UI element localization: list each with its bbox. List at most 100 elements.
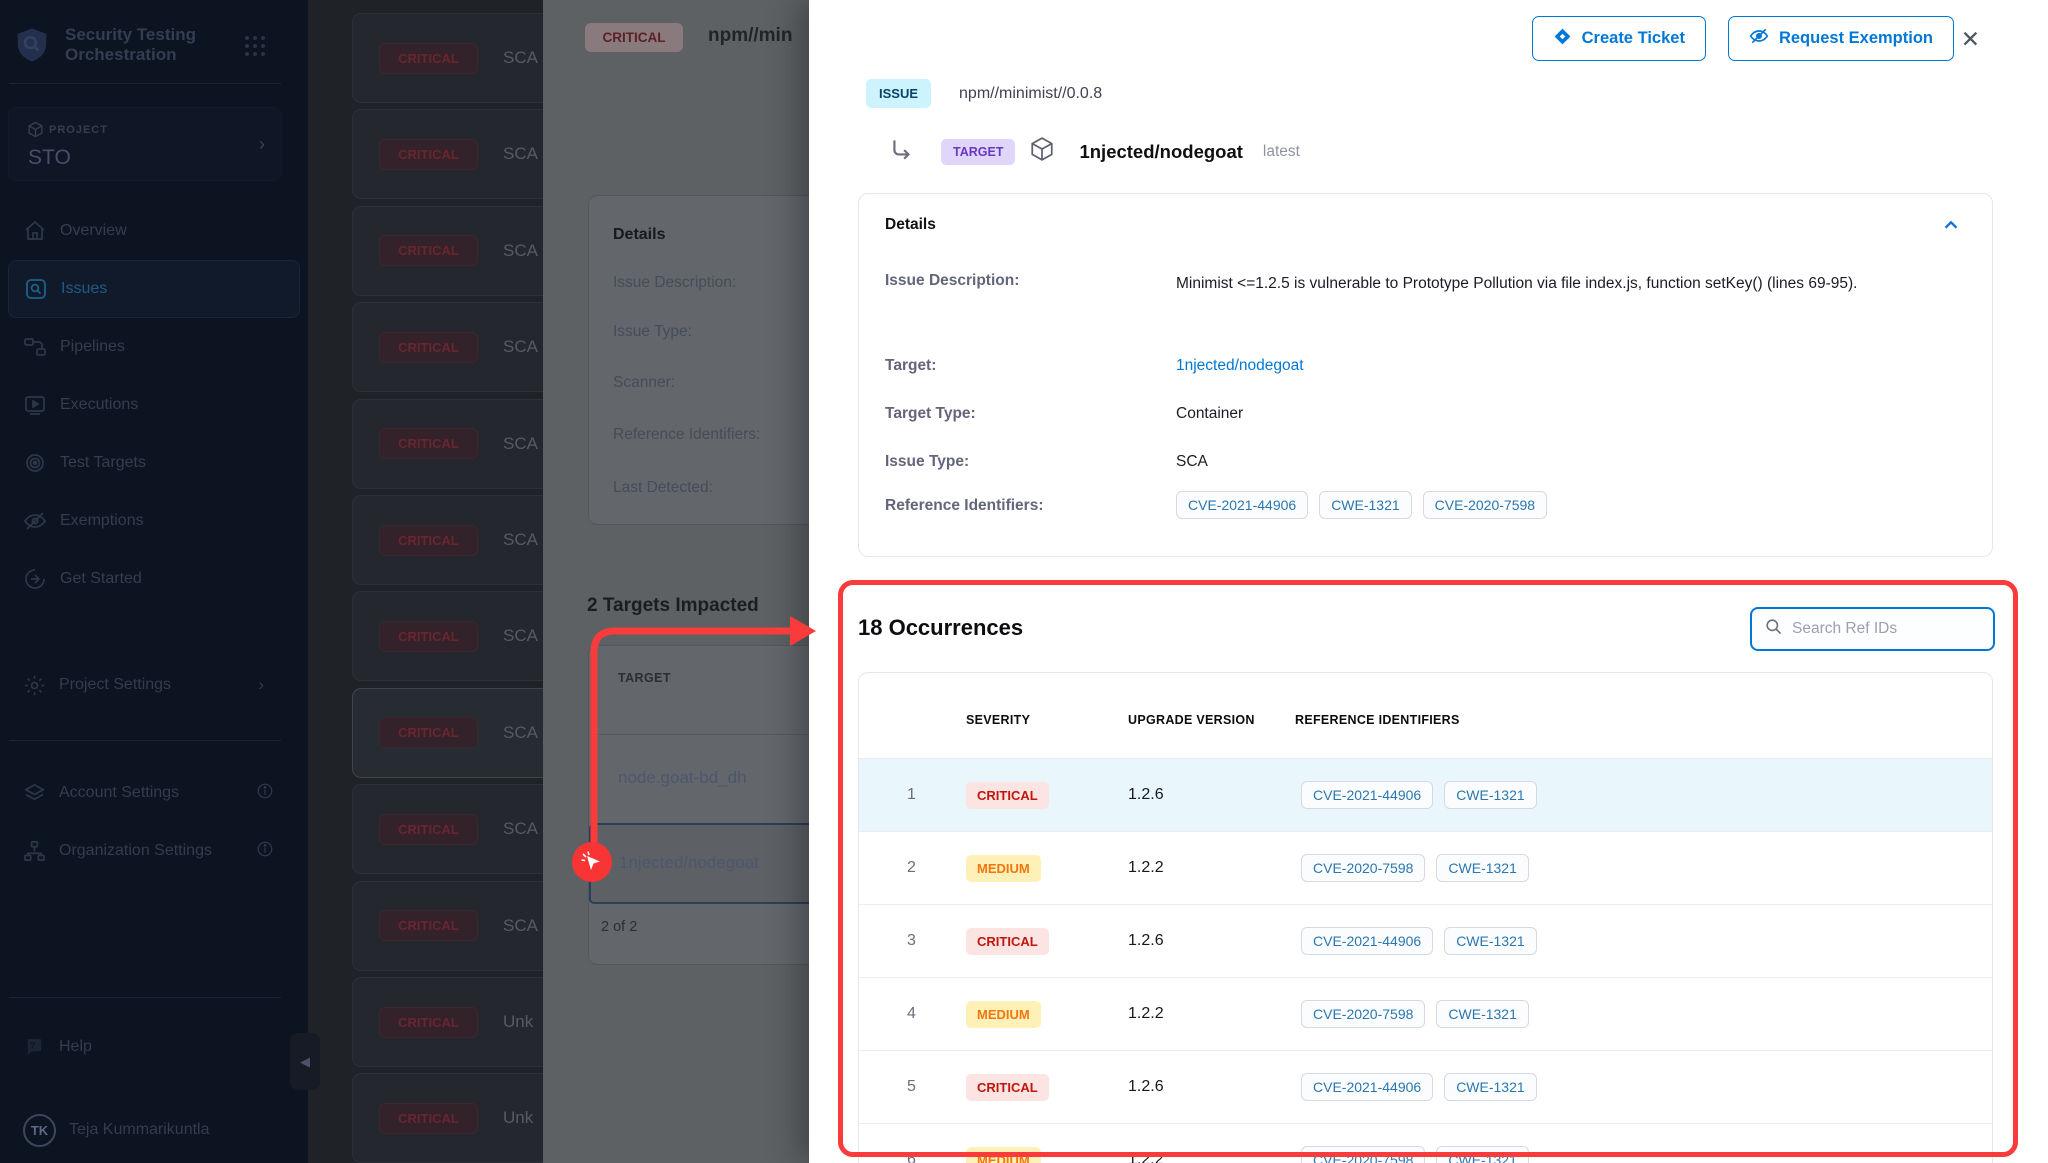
reference-chip[interactable]: CWE-1321 xyxy=(1436,1146,1528,1163)
issue-list-item[interactable]: CRITICALSCA xyxy=(352,399,543,489)
issue-description-value: Minimist <=1.2.5 is vulnerable to Protot… xyxy=(1176,272,1896,296)
reference-chip[interactable]: CWE-1321 xyxy=(1436,854,1528,882)
reference-chip[interactable]: CVE-2021-44906 xyxy=(1301,927,1433,955)
issue-list-item[interactable]: CRITICALSCA xyxy=(352,495,543,585)
target-link[interactable]: 1njected/nodegoat xyxy=(1176,357,1304,375)
close-icon[interactable]: ✕ xyxy=(1961,26,1980,53)
occurrence-row[interactable]: 2MEDIUM1.2.2CVE-2020-7598CWE-1321 xyxy=(859,831,1992,904)
reference-identifier-chips: CVE-2020-7598 CWE-1321 xyxy=(1301,1146,1529,1163)
search-icon xyxy=(1764,617,1783,641)
column-header-target: TARGET xyxy=(618,671,671,685)
sidebar-user[interactable]: TK Teja Kummarikuntla xyxy=(0,1105,308,1155)
sidebar-item-project-settings[interactable]: Project Settings › xyxy=(0,660,308,710)
issue-list-item[interactable]: CRITICALSCA xyxy=(352,688,543,778)
sidebar-item-pipelines[interactable]: Pipelines xyxy=(0,318,308,376)
field-label: Issue Description: xyxy=(885,272,1019,290)
reference-chip[interactable]: CVE-2021-44906 xyxy=(1301,1073,1433,1101)
sidebar-item-label: Executions xyxy=(60,396,138,414)
issue-list-item[interactable]: CRITICALSCA xyxy=(352,784,543,874)
issue-list-item[interactable]: CRITICALUnk xyxy=(352,1073,543,1163)
occurrences-table: SEVERITY UPGRADE VERSION REFERENCE IDENT… xyxy=(858,672,1993,1163)
details-card: Details Issue Description: Minimist <=1.… xyxy=(858,193,1993,557)
project-selector[interactable]: PROJECT STO › xyxy=(8,107,282,181)
occurrence-row[interactable]: 1CRITICAL1.2.6CVE-2021-44906CWE-1321 xyxy=(859,758,1992,831)
issue-list-item[interactable]: CRITICALSCA xyxy=(352,881,543,971)
request-exemption-label: Request Exemption xyxy=(1779,29,1933,48)
reference-chip[interactable]: CWE-1321 xyxy=(1444,781,1536,809)
sidebar-item-get-started[interactable]: Get Started xyxy=(0,550,308,608)
severity-badge: CRITICAL xyxy=(379,43,478,74)
sidebar-item-test-targets[interactable]: Test Targets xyxy=(0,434,308,492)
severity-badge: CRITICAL xyxy=(966,928,1049,955)
sidebar-item-overview[interactable]: Overview xyxy=(0,202,308,260)
sidebar-item-label: Help xyxy=(59,1038,92,1056)
target-name: 1njected/nodegoat xyxy=(1079,141,1242,163)
details-heading: Details xyxy=(885,216,936,234)
sidebar-item-account-settings[interactable]: Account Settings xyxy=(0,768,308,818)
issues-icon xyxy=(24,277,48,301)
issue-list-item[interactable]: CRITICALSCA xyxy=(352,302,543,392)
reference-chip[interactable]: CVE-2020-7598 xyxy=(1301,854,1425,882)
issue-list-item[interactable]: CRITICALSCA xyxy=(352,109,543,199)
field-label: Issue Description: xyxy=(613,274,736,292)
chevron-up-icon[interactable] xyxy=(1940,214,1962,241)
click-cursor-icon xyxy=(572,842,612,882)
issue-type-label: SCA xyxy=(503,530,538,550)
sidebar-item-organization-settings[interactable]: Organization Settings xyxy=(0,826,308,876)
avatar: TK xyxy=(23,1114,56,1147)
reference-chip[interactable]: CWE-1321 xyxy=(1444,1073,1536,1101)
reference-identifier-chips: CVE-2021-44906 CWE-1321 xyxy=(1301,927,1537,955)
reference-chip[interactable]: CVE-2021-44906 xyxy=(1301,781,1433,809)
issue-list-item[interactable]: CRITICALSCA xyxy=(352,13,543,103)
target-row-selected[interactable]: 1njected/nodegoat xyxy=(619,853,759,873)
module-grid-icon[interactable] xyxy=(243,34,267,58)
reference-chip[interactable]: CWE-1321 xyxy=(1319,491,1411,519)
issue-type-label: Unk xyxy=(503,1012,533,1032)
row-number: 1 xyxy=(907,786,916,804)
occurrence-row[interactable]: 4MEDIUM1.2.2CVE-2020-7598CWE-1321 xyxy=(859,977,1992,1050)
reference-chip[interactable]: CWE-1321 xyxy=(1436,1000,1528,1028)
severity-badge: CRITICAL xyxy=(379,1103,478,1134)
target-row[interactable]: node.goat-bd_dh xyxy=(618,768,747,788)
issue-type-label: SCA xyxy=(503,144,538,164)
sidebar-item-executions[interactable]: Executions xyxy=(0,376,308,434)
field-label: Last Detected: xyxy=(613,479,713,497)
sidebar-item-exemptions[interactable]: Exemptions xyxy=(0,492,308,550)
eye-off-icon xyxy=(23,509,47,533)
divider xyxy=(590,734,809,735)
issue-list-item[interactable]: CRITICALSCA xyxy=(352,206,543,296)
sidebar-item-help[interactable]: ? Help xyxy=(0,1022,308,1072)
issue-list-item[interactable]: CRITICALSCA xyxy=(352,591,543,681)
occurrence-row[interactable]: 5CRITICAL1.2.6CVE-2021-44906CWE-1321 xyxy=(859,1050,1992,1123)
request-exemption-button[interactable]: Request Exemption xyxy=(1728,16,1954,61)
sidebar-item-label: Issues xyxy=(61,280,107,298)
create-ticket-button[interactable]: Create Ticket xyxy=(1532,16,1706,61)
field-label: Issue Type: xyxy=(885,453,969,471)
upgrade-version: 1.2.2 xyxy=(1128,1151,1164,1163)
chevron-right-icon: › xyxy=(258,675,264,695)
row-number: 2 xyxy=(907,859,916,877)
reference-chip[interactable]: CVE-2020-7598 xyxy=(1301,1000,1425,1028)
user-name: Teja Kummarikuntla xyxy=(69,1121,210,1139)
issue-type-label: SCA xyxy=(503,819,538,839)
reference-identifier-chips: CVE-2021-44906 CWE-1321 CVE-2020-7598 xyxy=(1176,491,1547,519)
issues-list-panel: CRITICALSCACRITICALSCACRITICALSCACRITICA… xyxy=(308,0,543,1163)
reference-chip[interactable]: CWE-1321 xyxy=(1444,927,1536,955)
issue-type-label: SCA xyxy=(503,916,538,936)
sidebar-item-label: Test Targets xyxy=(60,454,146,472)
sidebar-collapse-handle[interactable]: ◀ xyxy=(290,1033,320,1090)
sidebar-item-issues[interactable]: Issues xyxy=(8,260,300,318)
reference-chip[interactable]: CVE-2020-7598 xyxy=(1423,491,1547,519)
search-ref-ids-box[interactable] xyxy=(1750,607,1995,651)
sidebar-item-label: Project Settings xyxy=(59,676,171,694)
reference-chip[interactable]: CVE-2021-44906 xyxy=(1176,491,1308,519)
details-card: Details Issue Description: Issue Type: S… xyxy=(588,195,809,525)
package-cube-icon xyxy=(1029,136,1055,167)
reference-chip[interactable]: CVE-2020-7598 xyxy=(1301,1146,1425,1163)
svg-text:?: ? xyxy=(30,1040,36,1051)
severity-badge: CRITICAL xyxy=(379,1007,478,1038)
issue-list-item[interactable]: CRITICAL Unk xyxy=(352,977,543,1067)
search-input[interactable] xyxy=(1792,620,1962,638)
occurrence-row[interactable]: 6MEDIUM1.2.2CVE-2020-7598CWE-1321 xyxy=(859,1123,1992,1163)
occurrence-row[interactable]: 3CRITICAL1.2.6CVE-2021-44906CWE-1321 xyxy=(859,904,1992,977)
